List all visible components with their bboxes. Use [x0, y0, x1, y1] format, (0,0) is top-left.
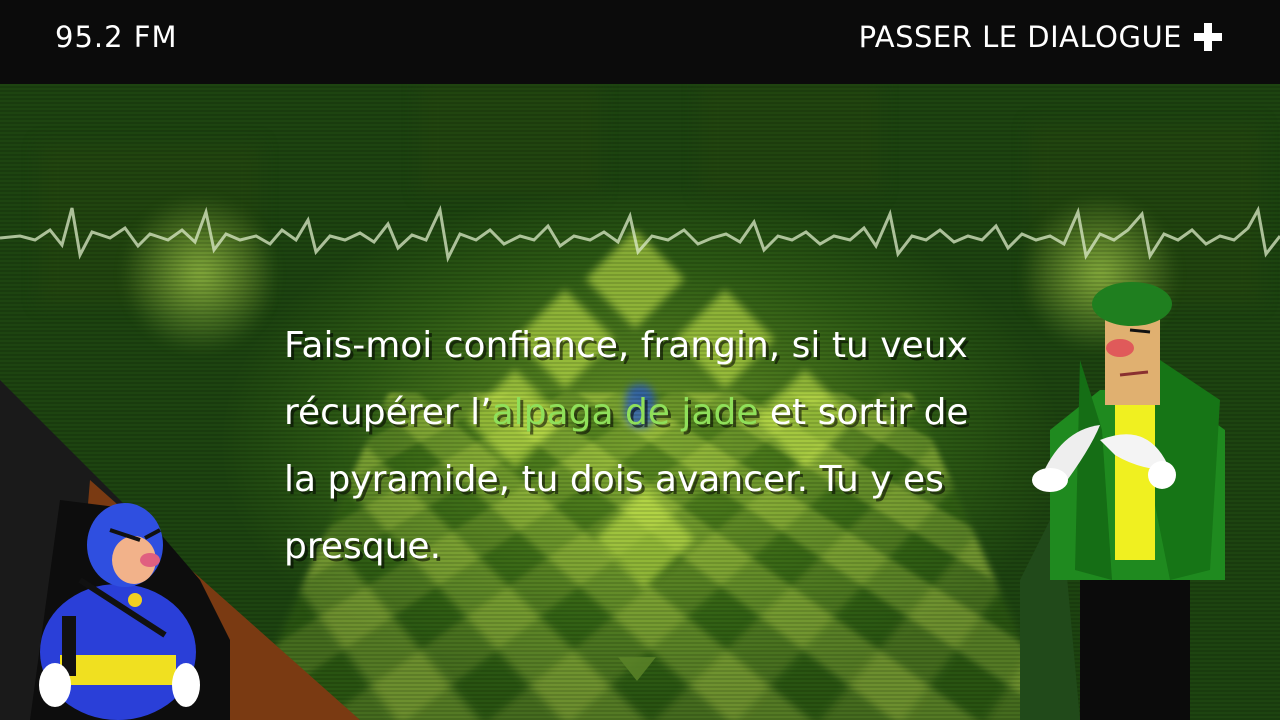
radio-station-label: 95.2 FM: [55, 20, 178, 54]
skip-dialogue-button[interactable]: PASSER LE DIALOGUE: [859, 20, 1222, 54]
green-coat-speaker-avatar: [1020, 280, 1280, 720]
background-pillar: [700, 84, 880, 194]
game-scene: Fais-moi confiance, frangin, si tu veux …: [0, 0, 1280, 720]
dialogue-text: Fais-moi confiance, frangin, si tu veux …: [284, 312, 1004, 580]
skip-dialogue-label: PASSER LE DIALOGUE: [859, 20, 1182, 54]
triangle-down-icon[interactable]: [618, 657, 656, 681]
dialogue-keyword-highlight: alpaga de jade: [492, 392, 759, 433]
radio-waveform: [0, 200, 1280, 270]
top-bar: 95.2 FM PASSER LE DIALOGUE: [0, 0, 1280, 84]
background-pillar: [420, 84, 600, 194]
plus-icon: [1194, 23, 1222, 51]
